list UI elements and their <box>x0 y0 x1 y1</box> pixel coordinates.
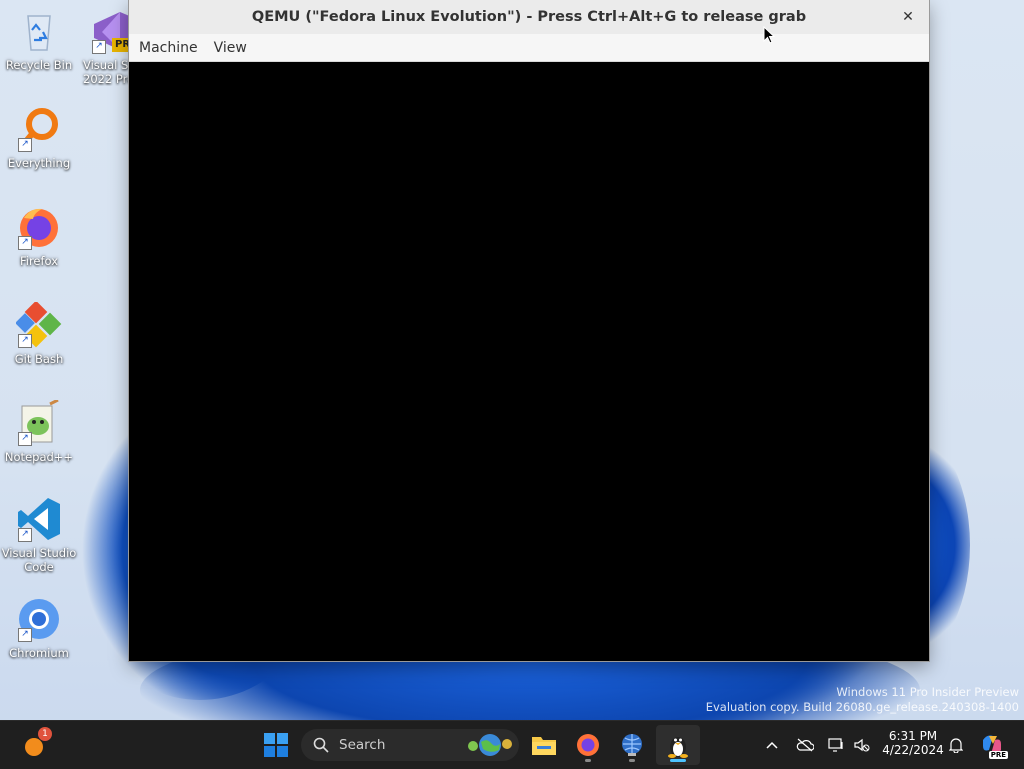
notification-count-badge: 1 <box>38 727 52 741</box>
tux-penguin-icon <box>668 737 688 758</box>
desktop-icon-label: Firefox <box>19 254 59 268</box>
windows-logo-icon <box>264 733 288 757</box>
firefox-icon <box>577 734 599 756</box>
taskbar-network-app[interactable] <box>612 725 652 765</box>
shortcut-arrow-icon: ↗ <box>92 40 106 54</box>
chromium-icon: ↗ <box>16 596 62 642</box>
clock[interactable]: 6:31 PM 4/22/2024 <box>878 729 948 757</box>
menu-machine[interactable]: Machine <box>131 40 206 56</box>
volume-status[interactable] <box>852 725 872 765</box>
evaluation-watermark: Windows 11 Pro Insider Preview Evaluatio… <box>706 685 1019 715</box>
desktop-icon-notepadpp[interactable]: ↗ Notepad++ <box>0 398 78 464</box>
taskbar-file-explorer[interactable] <box>524 725 564 765</box>
vm-display[interactable] <box>129 62 929 661</box>
desktop-icon-chromium[interactable]: ↗ Chromium <box>0 596 78 660</box>
clock-time: 6:31 PM <box>888 729 938 743</box>
search-icon <box>313 737 329 753</box>
qemu-menubar: Machine View <box>129 34 929 62</box>
widgets-button[interactable]: 1 <box>14 725 54 765</box>
desktop-icon-firefox[interactable]: ↗ Firefox <box>0 204 78 268</box>
search-label: Search <box>339 737 386 753</box>
watermark-line1: Windows 11 Pro Insider Preview <box>836 685 1019 699</box>
network-status[interactable] <box>826 725 846 765</box>
shortcut-arrow-icon: ↗ <box>18 334 32 348</box>
network-display-icon <box>828 738 843 752</box>
speaker-muted-icon <box>854 738 870 752</box>
bell-icon <box>949 738 963 753</box>
shortcut-arrow-icon: ↗ <box>18 432 32 446</box>
git-bash-icon: ↗ <box>15 300 62 348</box>
taskbar-qemu[interactable] <box>656 725 700 765</box>
taskbar-firefox[interactable] <box>568 725 608 765</box>
shortcut-arrow-icon: ↗ <box>18 138 32 152</box>
qemu-window[interactable]: QEMU ("Fedora Linux Evolution") - Press … <box>129 0 929 661</box>
desktop-icon-label-line2: Code <box>24 560 54 574</box>
start-button[interactable] <box>256 725 296 765</box>
copilot-pre-badge: PRE <box>988 751 1008 759</box>
shortcut-arrow-icon: ↗ <box>18 528 32 542</box>
watermark-line2: Evaluation copy. Build 26080.ge_release.… <box>705 700 1019 714</box>
clock-date: 4/22/2024 <box>882 743 944 757</box>
close-icon: ✕ <box>902 9 914 25</box>
chevron-up-icon <box>766 741 778 749</box>
desktop-icon-git-bash[interactable]: ↗ Git Bash <box>0 300 78 366</box>
window-title: QEMU ("Fedora Linux Evolution") - Press … <box>251 9 807 25</box>
desktop-icon-label: Git Bash <box>14 352 64 366</box>
desktop-icon-label: Chromium <box>9 646 69 660</box>
search-box[interactable]: Search <box>301 729 519 761</box>
active-indicator <box>670 759 686 762</box>
folder-icon <box>532 737 556 755</box>
menu-view[interactable]: View <box>206 40 255 56</box>
desktop-icon-label: Recycle Bin <box>5 58 73 72</box>
copilot-button[interactable]: PRE <box>976 725 1008 765</box>
desktop-icon-label-line1: Visual Studio <box>1 546 77 560</box>
desktop-icon-everything[interactable]: ↗ Everything <box>0 106 78 170</box>
desktop-icon-label: Notepad++ <box>4 450 74 464</box>
qemu-titlebar[interactable]: QEMU ("Fedora Linux Evolution") - Press … <box>129 0 929 34</box>
show-hidden-icons-button[interactable] <box>762 725 782 765</box>
desktop-icon-label: Everything <box>7 156 71 170</box>
search-highlight-earth-icon <box>468 734 512 756</box>
notifications-button[interactable] <box>946 725 966 765</box>
cloud-offline-icon <box>796 738 814 752</box>
notepadpp-icon: ↗ <box>16 398 62 446</box>
running-indicator <box>629 759 635 762</box>
recycle-bin-icon <box>16 8 62 54</box>
shortcut-arrow-icon: ↗ <box>18 628 32 642</box>
vscode-icon: ↗ <box>16 496 62 542</box>
close-button[interactable]: ✕ <box>897 6 919 28</box>
desktop-icon-recycle-bin[interactable]: Recycle Bin <box>0 8 78 72</box>
firefox-icon: ↗ <box>16 204 62 250</box>
onedrive-status[interactable] <box>794 725 816 765</box>
mouse-cursor-icon <box>763 26 775 44</box>
taskbar: 1 Search 6:31 PM 4/22/2024 PRE <box>0 720 1024 769</box>
running-indicator <box>585 759 591 762</box>
everything-search-icon: ↗ <box>16 106 62 152</box>
globe-network-icon <box>622 734 642 756</box>
desktop-icon-vscode[interactable]: ↗ Visual Studio Code <box>0 496 78 574</box>
shortcut-arrow-icon: ↗ <box>18 236 32 250</box>
